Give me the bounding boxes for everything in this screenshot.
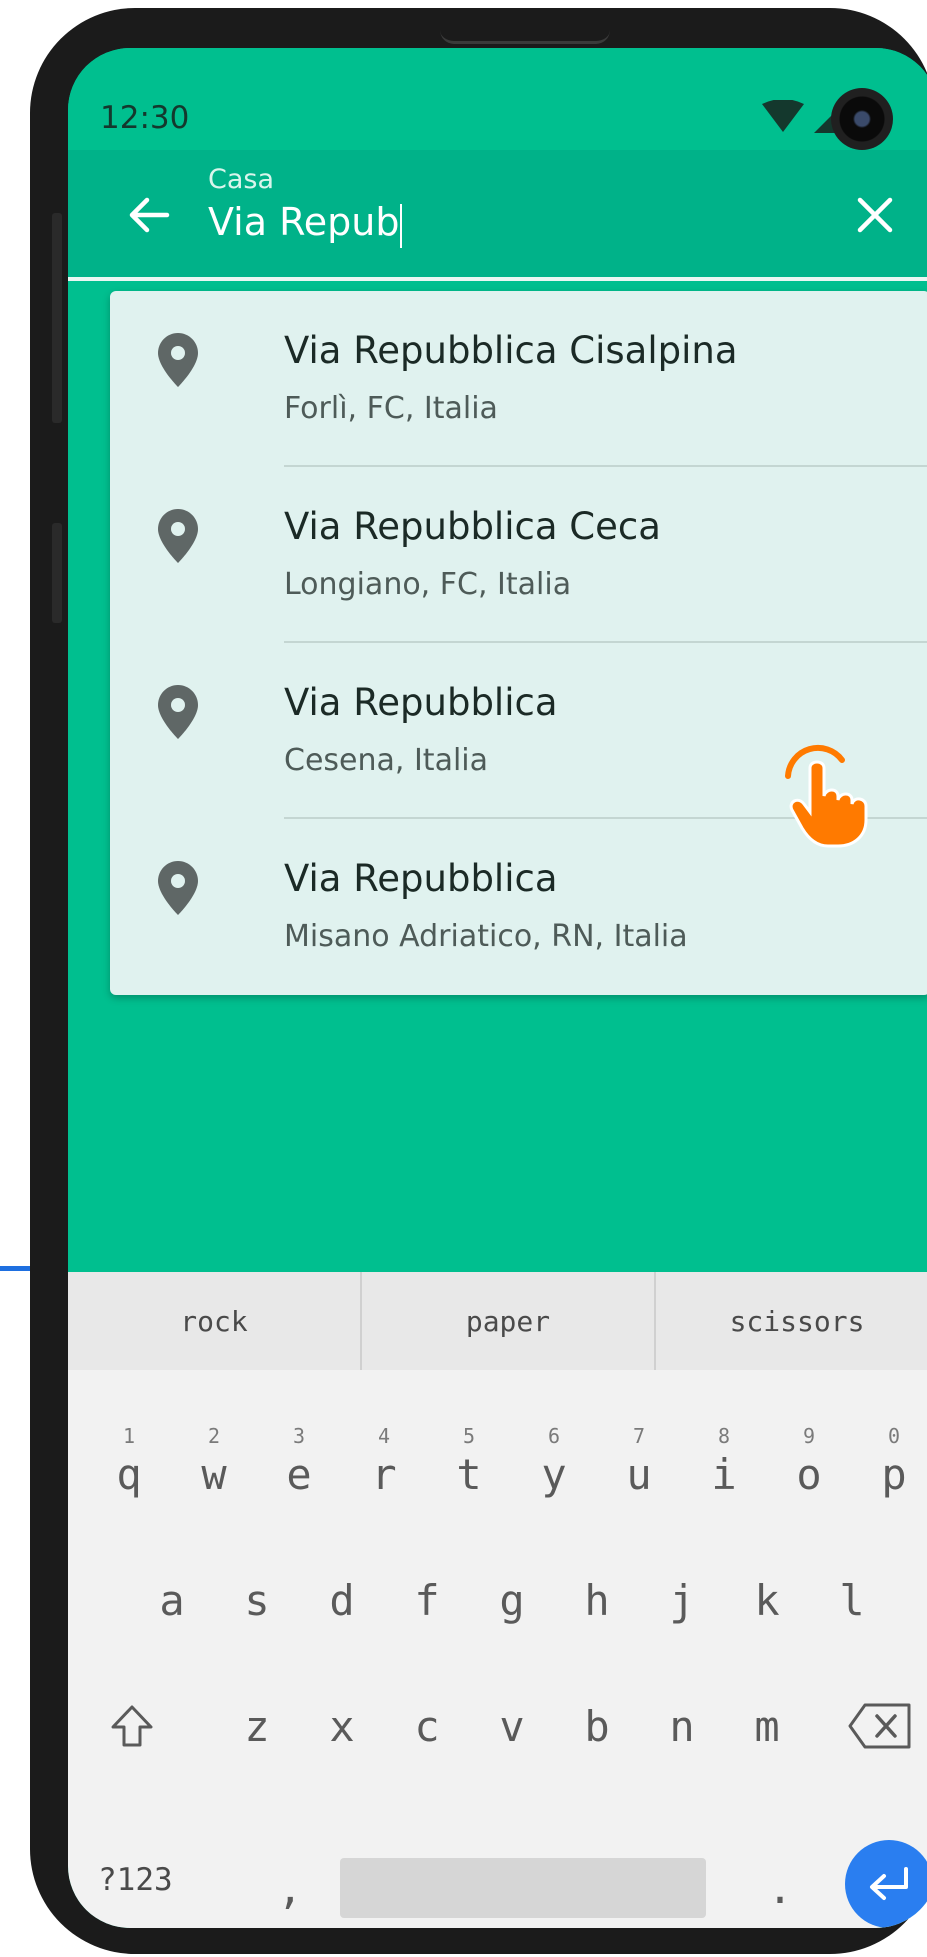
key-w[interactable]: 2w [172,1424,256,1524]
suggestion-title: Via Repubblica [284,681,558,724]
suggestion-item[interactable]: Via Repubblica Cisalpina Forlì, FC, Ital… [110,291,927,467]
key-label: r [371,1449,397,1499]
key-g[interactable]: g [470,1550,554,1650]
location-pin-icon [158,509,198,563]
wifi-icon [762,100,804,132]
earpiece [440,22,610,44]
enter-icon [870,1867,908,1900]
backspace-icon [848,1703,911,1749]
location-pin-icon [158,333,198,387]
key-number: 0 [887,1424,901,1448]
key-z[interactable]: z [215,1676,299,1776]
suggestion-subtitle: Misano Adriatico, RN, Italia [284,919,688,954]
status-bar: 12:30 [68,48,927,150]
key-label: u [626,1449,652,1499]
screen: 12:30 Casa Via Repub Via Repubblica Cisa… [68,48,927,1928]
key-e[interactable]: 3e [257,1424,341,1524]
key-label: y [541,1449,567,1499]
key-label: o [796,1449,822,1499]
key-x[interactable]: x [300,1676,384,1776]
shift-key[interactable] [90,1676,174,1776]
key-number: 2 [207,1424,221,1448]
key-l[interactable]: l [810,1550,894,1650]
phone-frame: 12:30 Casa Via Repub Via Repubblica Cisa… [30,8,927,1954]
text-caret [400,204,402,248]
search-field-label: Casa [208,164,275,195]
key-v[interactable]: v [470,1676,554,1776]
key-n[interactable]: n [640,1676,724,1776]
status-time: 12:30 [100,100,190,136]
key-label: w [201,1449,227,1499]
enter-key[interactable] [845,1840,927,1928]
key-o[interactable]: 9o [767,1424,851,1524]
key-number: 3 [292,1424,306,1448]
suggestion-item[interactable]: Via Repubblica Ceca Longiano, FC, Italia [110,467,927,643]
search-input[interactable]: Via Repub [208,200,399,244]
tap-hand-icon [785,744,868,848]
front-camera [831,88,893,150]
key-a[interactable]: a [130,1550,214,1650]
keyboard-suggestion[interactable]: rock [68,1272,360,1370]
key-q[interactable]: 1q [87,1424,171,1524]
key-k[interactable]: k [725,1550,809,1650]
key-label: p [881,1449,907,1499]
shift-icon [111,1705,153,1747]
suggestion-subtitle: Cesena, Italia [284,743,489,778]
key-d[interactable]: d [300,1550,384,1650]
soft-keyboard: rock paper scissors 1q 2w 3e 4r 5t 6y 7u… [68,1272,927,1928]
arrow-left-icon[interactable] [123,190,173,240]
key-b[interactable]: b [555,1676,639,1776]
location-pin-icon [158,685,198,739]
key-c[interactable]: c [385,1676,469,1776]
key-u[interactable]: 7u [597,1424,681,1524]
key-label: i [711,1449,737,1499]
power-button [52,523,62,623]
suggestion-subtitle: Longiano, FC, Italia [284,567,572,602]
suggestions-list: Via Repubblica Cisalpina Forlì, FC, Ital… [110,291,927,995]
key-number: 9 [802,1424,816,1448]
period-key[interactable]: . [738,1838,822,1928]
comma-key[interactable]: , [248,1838,332,1928]
volume-button [52,213,62,423]
key-number: 6 [547,1424,561,1448]
key-number: 8 [717,1424,731,1448]
key-j[interactable]: j [640,1550,724,1650]
key-t[interactable]: 5t [427,1424,511,1524]
key-number: 4 [377,1424,391,1448]
keyboard-suggestion[interactable]: paper [362,1272,654,1370]
suggestion-title: Via Repubblica [284,857,558,900]
suggestion-subtitle: Forlì, FC, Italia [284,391,498,426]
key-s[interactable]: s [215,1550,299,1650]
key-y[interactable]: 6y [512,1424,596,1524]
search-app-bar [68,150,927,280]
key-number: 1 [122,1424,136,1448]
key-number: 5 [462,1424,476,1448]
key-label: t [456,1449,482,1499]
key-label: q [116,1449,142,1499]
suggestion-title: Via Repubblica Ceca [284,505,661,548]
spacebar[interactable] [340,1858,706,1918]
key-f[interactable]: f [385,1550,469,1650]
key-p[interactable]: 0p [852,1424,927,1524]
key-number: 7 [632,1424,646,1448]
close-icon[interactable] [850,190,900,240]
keyboard-suggestion-strip: rock paper scissors [68,1272,927,1370]
key-i[interactable]: 8i [682,1424,766,1524]
backspace-key[interactable] [838,1676,922,1776]
key-label: e [286,1449,312,1499]
symbols-key[interactable]: ?123 [98,1862,173,1898]
app-bar-divider [68,277,927,281]
key-h[interactable]: h [555,1550,639,1650]
key-r[interactable]: 4r [342,1424,426,1524]
keyboard-suggestion[interactable]: scissors [656,1272,927,1370]
key-m[interactable]: m [725,1676,809,1776]
suggestion-title: Via Repubblica Cisalpina [284,329,738,372]
location-pin-icon [158,861,198,915]
